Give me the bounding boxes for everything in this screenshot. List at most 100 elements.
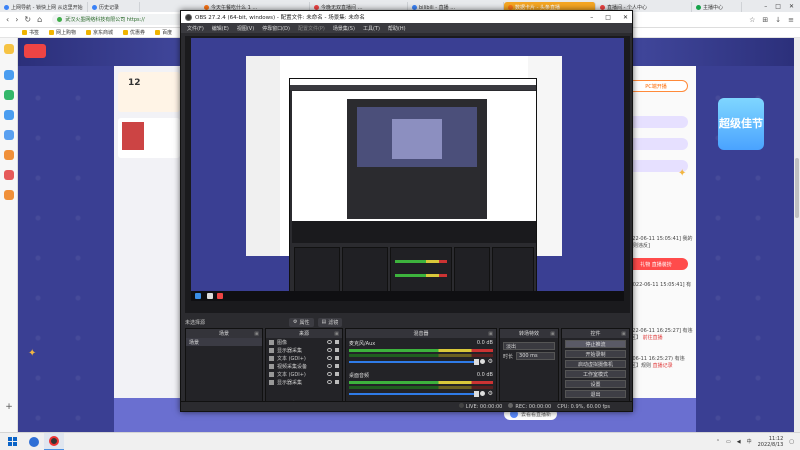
- browser-tab[interactable]: 历史记录: [88, 2, 140, 12]
- bookmark-item[interactable]: 百度: [155, 29, 172, 36]
- menu-icon[interactable]: ≡: [788, 16, 794, 24]
- notice-link[interactable]: 前往直播: [643, 335, 663, 341]
- source-item[interactable]: 图像: [266, 338, 342, 346]
- system-clock[interactable]: 11:12 2022/8/13: [758, 436, 784, 448]
- profile-card[interactable]: [118, 118, 180, 158]
- stop-streaming-button[interactable]: 停止推流: [565, 340, 626, 348]
- close-icon[interactable]: ✕: [789, 3, 794, 10]
- lock-icon[interactable]: [335, 380, 339, 384]
- scrollbar-thumb[interactable]: [795, 158, 799, 218]
- speaker-icon[interactable]: [479, 391, 485, 396]
- stat-card[interactable]: 12: [118, 72, 180, 112]
- sidebar-app-icon[interactable]: [4, 70, 14, 80]
- close-icon[interactable]: ✕: [623, 14, 628, 21]
- speaker-icon[interactable]: [479, 359, 485, 364]
- studio-mode-button[interactable]: 工作室模式: [565, 370, 626, 378]
- sidebar-app-icon[interactable]: [4, 110, 14, 120]
- duration-input[interactable]: 300 ms: [516, 352, 555, 360]
- visibility-eye-icon[interactable]: [327, 340, 332, 344]
- obs-title-bar[interactable]: OBS 27.2.4 (64-bit, windows) - 配置文件: 未命名…: [181, 11, 632, 23]
- site-logo[interactable]: [24, 44, 46, 58]
- scene-list-item[interactable]: 场景: [186, 338, 262, 346]
- gift-decor-button[interactable]: 礼物 直播装扮: [624, 258, 688, 270]
- back-icon[interactable]: ‹: [6, 15, 9, 24]
- promo-banner[interactable]: 超级佳节: [718, 98, 764, 150]
- maximize-icon[interactable]: □: [605, 14, 611, 21]
- visibility-eye-icon[interactable]: [327, 356, 332, 360]
- sidebar-app-icon[interactable]: [4, 130, 14, 140]
- visibility-eye-icon[interactable]: [327, 380, 332, 384]
- volume-slider[interactable]: [349, 390, 479, 397]
- menu-docks[interactable]: 停靠窗口(D): [262, 25, 290, 32]
- taskbar-app[interactable]: [24, 433, 44, 450]
- filters-button[interactable]: ▤ 滤镜: [317, 317, 343, 327]
- forward-icon[interactable]: ›: [15, 15, 18, 24]
- exit-button[interactable]: 退出: [565, 390, 626, 398]
- visibility-eye-icon[interactable]: [327, 372, 332, 376]
- volume-slider-handle[interactable]: [473, 390, 479, 397]
- sidebar-chat-icon[interactable]: [4, 90, 14, 100]
- menu-tools[interactable]: 工具(T): [363, 25, 380, 32]
- menu-scene-collection[interactable]: 场景集(S): [333, 25, 355, 32]
- dock-float-icon[interactable]: ▣: [254, 331, 259, 337]
- sidebar-app-icon[interactable]: [4, 150, 14, 160]
- visibility-eye-icon[interactable]: [327, 348, 332, 352]
- bookmark-item[interactable]: 优惠券: [123, 29, 145, 36]
- notification-icon[interactable]: ▢: [789, 439, 794, 445]
- gear-icon[interactable]: ⚙: [488, 390, 493, 397]
- menu-edit[interactable]: 编辑(E): [212, 25, 229, 32]
- lock-icon[interactable]: [335, 340, 339, 344]
- maximize-icon[interactable]: □: [775, 3, 781, 10]
- source-item[interactable]: 显示器采集: [266, 346, 342, 354]
- bookmark-item[interactable]: 网上购物: [49, 29, 76, 36]
- source-item[interactable]: 视频采集设备: [266, 362, 342, 370]
- menu-file[interactable]: 文件(F): [187, 25, 204, 32]
- menu-view[interactable]: 视图(V): [237, 25, 254, 32]
- volume-slider[interactable]: [349, 358, 479, 365]
- properties-button[interactable]: ⚙ 属性: [289, 317, 314, 327]
- bookmark-item[interactable]: 京东商城: [86, 29, 113, 36]
- ime-icon[interactable]: 中: [747, 438, 752, 445]
- sidebar-add-icon[interactable]: +: [4, 402, 14, 412]
- sidebar-favorites-icon[interactable]: [4, 44, 14, 54]
- sidebar-app-icon[interactable]: [4, 170, 14, 180]
- pc-live-button[interactable]: PC端开播: [624, 80, 688, 92]
- visibility-eye-icon[interactable]: [327, 364, 332, 368]
- transition-select[interactable]: 淡出: [503, 342, 555, 350]
- dock-float-icon[interactable]: ▣: [334, 331, 339, 337]
- start-virtual-camera-button[interactable]: 启动虚拟摄像机: [565, 360, 626, 368]
- minimize-icon[interactable]: –: [764, 3, 767, 10]
- extensions-icon[interactable]: ⊞: [762, 16, 768, 24]
- dock-float-icon[interactable]: ▣: [621, 331, 626, 337]
- home-icon[interactable]: ⌂: [37, 15, 42, 24]
- star-icon[interactable]: ☆: [749, 16, 755, 24]
- lock-icon[interactable]: [335, 372, 339, 376]
- source-item[interactable]: 文本 (GDI+): [266, 354, 342, 362]
- obs-preview[interactable]: [185, 36, 630, 313]
- tray-chevron-icon[interactable]: ⌃: [716, 439, 720, 445]
- browser-tab[interactable]: 上网导航 - 锁快上网 从这里开始: [0, 2, 88, 12]
- bookmark-item[interactable]: 书签: [22, 29, 39, 36]
- minimize-icon[interactable]: –: [590, 14, 593, 21]
- source-item[interactable]: 显示器采集: [266, 378, 342, 386]
- settings-button[interactable]: 设置: [565, 380, 626, 388]
- browser-tab[interactable]: 主播中心: [692, 2, 742, 12]
- notice-link[interactable]: 直播记录: [653, 363, 673, 369]
- menu-profile[interactable]: 配置文件(P): [298, 25, 325, 32]
- reload-icon[interactable]: ↻: [24, 15, 31, 24]
- dock-float-icon[interactable]: ▣: [550, 331, 555, 337]
- download-icon[interactable]: ↓: [775, 16, 781, 24]
- start-button[interactable]: [0, 433, 24, 450]
- lock-icon[interactable]: [335, 348, 339, 352]
- tag-button[interactable]: [624, 116, 688, 128]
- gear-icon[interactable]: ⚙: [488, 358, 493, 365]
- menu-help[interactable]: 帮助(H): [388, 25, 406, 32]
- sidebar-app-icon[interactable]: [4, 190, 14, 200]
- dock-float-icon[interactable]: ▣: [488, 331, 493, 337]
- taskbar-app-active[interactable]: [44, 432, 64, 450]
- lock-icon[interactable]: [335, 356, 339, 360]
- tag-button[interactable]: [624, 138, 688, 150]
- network-icon[interactable]: ▭: [726, 439, 731, 445]
- volume-slider-handle[interactable]: [473, 358, 479, 365]
- start-recording-button[interactable]: 开始录制: [565, 350, 626, 358]
